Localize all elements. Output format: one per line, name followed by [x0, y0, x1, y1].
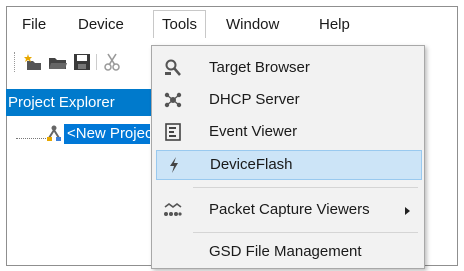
project-explorer-header[interactable]: Project Explorer	[6, 89, 151, 116]
menu-separator	[193, 232, 418, 233]
menu-item-label: DHCP Server	[209, 91, 300, 108]
cut-icon[interactable]	[102, 52, 122, 72]
menu-tools[interactable]: Tools	[153, 10, 207, 38]
menu-bar: File Device Tools Window Help	[6, 8, 441, 38]
save-icon[interactable]	[72, 52, 92, 72]
tree-item-new-project[interactable]: <New Project>	[64, 124, 150, 144]
menu-item-event-viewer[interactable]: Event Viewer	[156, 118, 420, 146]
menu-file[interactable]: File	[14, 12, 54, 37]
event-viewer-icon	[164, 123, 182, 141]
menu-item-label: DeviceFlash	[210, 156, 293, 173]
menu-item-label: Event Viewer	[209, 123, 298, 140]
menu-item-label: Target Browser	[209, 59, 310, 76]
app-window: { "menubar": { "items": [ {"label": "Fil…	[0, 0, 464, 271]
toolbar-separator	[96, 54, 97, 70]
target-browser-icon	[164, 59, 182, 77]
dhcp-server-icon	[164, 91, 182, 109]
tree-connector	[16, 138, 46, 139]
menu-item-label: GSD File Management	[209, 243, 362, 260]
menu-item-label: Packet Capture Viewers	[209, 201, 370, 218]
menu-device[interactable]: Device	[70, 12, 132, 37]
new-project-icon[interactable]	[24, 52, 44, 72]
open-folder-icon[interactable]	[48, 52, 68, 72]
menu-item-deviceflash[interactable]: DeviceFlash	[156, 150, 422, 180]
menu-item-packet-capture-viewers[interactable]: Packet Capture Viewers	[156, 196, 420, 224]
menu-help[interactable]: Help	[311, 12, 358, 37]
menu-item-gsd-file-management[interactable]: GSD File Management	[156, 238, 420, 266]
menu-separator	[193, 187, 418, 188]
menu-window[interactable]: Window	[218, 12, 287, 37]
packet-capture-icon	[164, 201, 182, 219]
lightning-icon	[165, 156, 183, 174]
menu-item-dhcp-server[interactable]: DHCP Server	[156, 86, 420, 114]
project-tree-icon	[47, 125, 61, 141]
submenu-arrow-icon	[405, 207, 410, 215]
menu-item-target-browser[interactable]: Target Browser	[156, 54, 420, 82]
tools-dropdown-menu: Target Browser DHCP Server Event Viewer	[151, 45, 425, 269]
toolbar-grip[interactable]	[14, 52, 18, 72]
